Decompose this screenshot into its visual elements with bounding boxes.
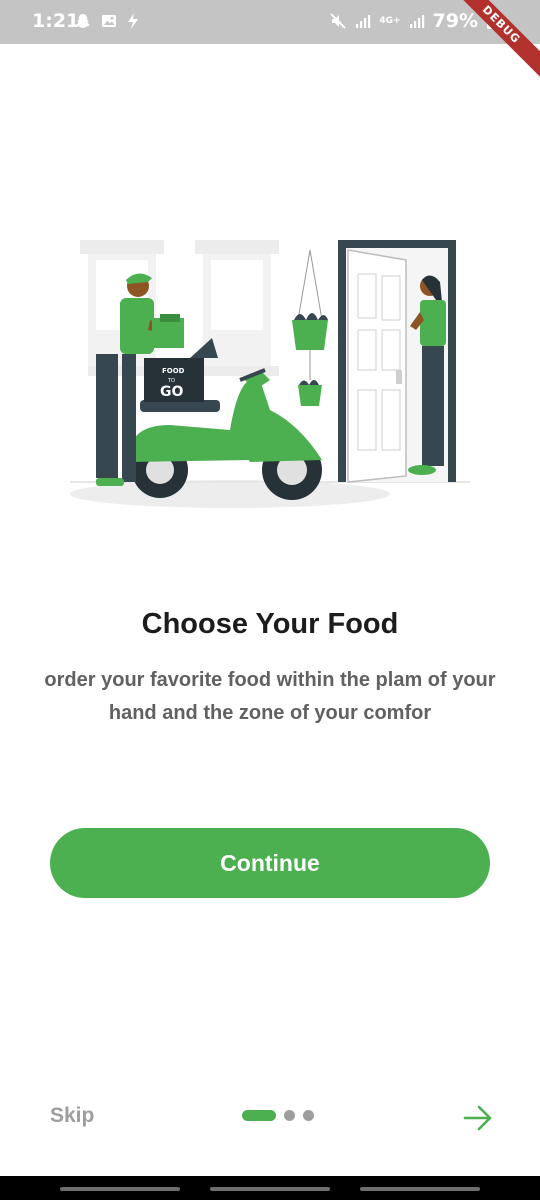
continue-button[interactable]: Continue xyxy=(50,828,490,898)
onboarding-subtitle: order your favorite food within the plam… xyxy=(44,669,496,724)
status-bar: 1:21 4G+ 79% DEBUG xyxy=(0,0,540,85)
image-icon xyxy=(102,15,116,27)
snapchat-icon xyxy=(76,14,90,28)
skip-button[interactable]: Skip xyxy=(50,1104,94,1128)
signal-icon xyxy=(409,15,424,28)
flash-icon xyxy=(128,13,138,29)
page-dot xyxy=(284,1110,295,1121)
notification-icons xyxy=(74,12,140,30)
status-time: 1:21 xyxy=(32,10,80,32)
system-icons: 4G+ 79% xyxy=(329,10,496,32)
page-dot-active xyxy=(242,1110,276,1121)
box-text-top: FOOD xyxy=(162,367,185,375)
onboarding-title: Choose Your Food xyxy=(141,608,399,640)
next-arrow-icon[interactable] xyxy=(462,1102,494,1134)
mute-icon xyxy=(330,13,347,29)
page-indicator xyxy=(242,1110,314,1121)
system-nav-bar xyxy=(0,1176,540,1200)
page-dot xyxy=(303,1110,314,1121)
battery-level: 79% xyxy=(432,10,478,32)
nav-pill-center[interactable] xyxy=(210,1187,330,1191)
delivery-illustration: FOOD TO GO xyxy=(70,240,470,508)
nav-pill-right[interactable] xyxy=(360,1187,480,1191)
box-text-bottom: GO xyxy=(160,384,183,400)
network-type: 4G+ xyxy=(379,16,401,26)
nav-pill-left[interactable] xyxy=(60,1187,180,1191)
hanging-plants-graphic xyxy=(292,249,328,406)
signal-icon xyxy=(356,15,371,28)
